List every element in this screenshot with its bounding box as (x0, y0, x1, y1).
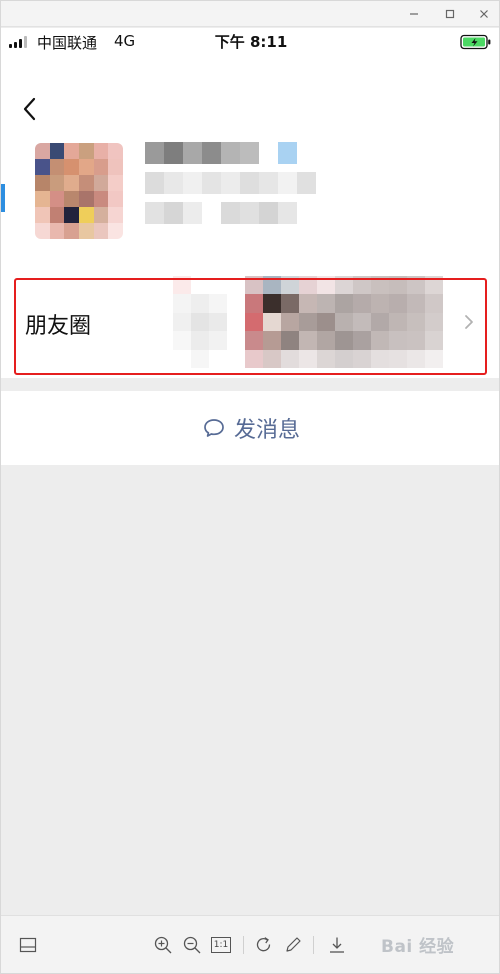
profile-id-blurred (145, 172, 316, 194)
edit-icon[interactable] (282, 934, 304, 956)
avatar[interactable] (35, 143, 123, 239)
zoom-out-icon[interactable] (181, 934, 203, 956)
send-message-label: 发消息 (233, 418, 300, 443)
chevron-left-icon[interactable] (19, 94, 41, 124)
clock: 下午 8:11 (214, 33, 288, 51)
profile-region-blurred (145, 202, 316, 224)
watermark: Bai 经验 (381, 937, 455, 957)
profile-name-blurred (145, 142, 316, 164)
app-window: 中国联通 4G 下午 8:11 朋友圈 发消息 1:1 Bai 经验 (0, 0, 500, 974)
maximize-icon[interactable] (439, 5, 461, 23)
phone-screen: 中国联通 4G 下午 8:11 朋友圈 发消息 (1, 28, 499, 915)
minimize-icon[interactable] (403, 5, 425, 23)
panel-icon[interactable] (17, 934, 39, 956)
battery-icon (460, 34, 491, 50)
close-icon[interactable] (473, 5, 495, 23)
actual-size-icon[interactable]: 1:1 (210, 934, 232, 956)
zoom-in-icon[interactable] (152, 934, 174, 956)
toolbar-separator (313, 936, 314, 954)
window-titlebar (1, 1, 499, 27)
rotate-icon[interactable] (253, 934, 275, 956)
toolbar-separator (243, 936, 244, 954)
viewer-toolbar: 1:1 Bai 经验 (1, 915, 499, 973)
profile-header (1, 54, 499, 283)
profile-info-blurred (145, 142, 316, 224)
actual-size-label: 1:1 (211, 937, 231, 953)
highlight-box (14, 278, 487, 375)
status-bar: 中国联通 4G 下午 8:11 (1, 28, 499, 54)
sidebar-indicator (1, 184, 5, 212)
download-icon[interactable] (326, 934, 348, 956)
chat-bubble-icon (204, 419, 224, 437)
send-message-button[interactable]: 发消息 (1, 391, 499, 465)
